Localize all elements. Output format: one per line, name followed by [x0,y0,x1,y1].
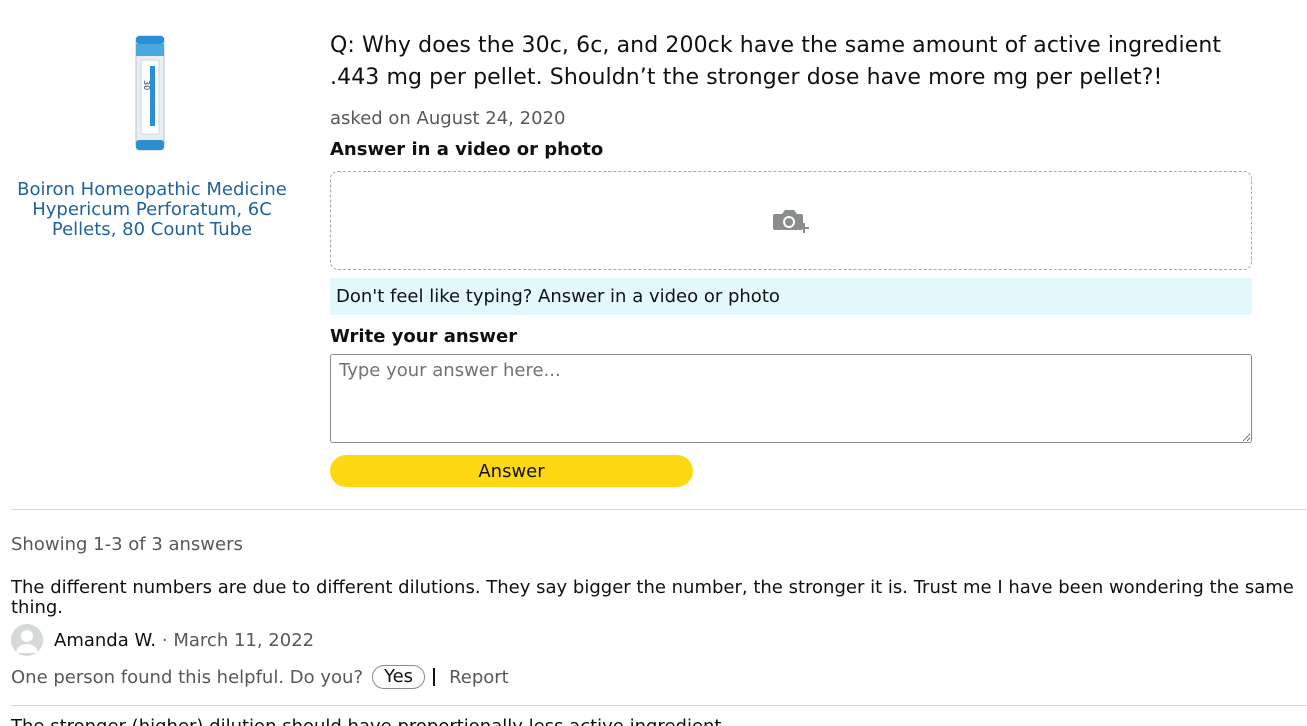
report-link[interactable]: Report [449,667,509,688]
camera-plus-icon [772,205,810,237]
helpful-row: One person found this helpful. Do you? Y… [11,664,1301,690]
product-title-link[interactable]: Boiron Homeopathic Medicine Hypericum Pe… [7,180,297,240]
helpful-text: One person found this helpful. Do you? [11,666,363,688]
answer-textarea[interactable] [330,354,1252,443]
answer-item: The different numbers are due to differe… [11,578,1301,690]
answer-date: · March 11, 2022 [161,629,315,651]
divider [11,509,1307,510]
svg-text:30: 30 [142,80,151,90]
media-answer-label: Answer in a video or photo [330,139,604,160]
next-answer-text: The stronger (higher) dilution should ha… [11,717,721,726]
answer-submit-button[interactable]: Answer [330,455,693,487]
separator [433,668,436,686]
product-column: 30 Hypericum Boiron Homeopathic Medicine… [0,30,304,240]
question-column: Q: Why does the 30c, 6c, and 200ck have … [330,30,1252,487]
write-answer-label: Write your answer [330,326,518,347]
author-row: Amanda W. · March 11, 2022 [11,624,1301,656]
answers-count: Showing 1-3 of 3 answers [11,534,243,555]
answer-text: The different numbers are due to differe… [11,577,1294,618]
product-image[interactable]: 30 Hypericum [119,30,170,156]
user-silhouette-icon [16,630,38,653]
author-name[interactable]: Amanda W. [54,630,156,651]
asked-date: asked on August 24, 2020 [330,108,566,129]
divider [11,705,1307,706]
helpful-yes-button[interactable]: Yes [372,665,426,689]
media-upload-dropzone[interactable] [330,171,1252,270]
question-text: Q: Why does the 30c, 6c, and 200ck have … [330,33,1222,90]
avatar[interactable] [11,624,43,656]
typing-banner[interactable]: Don't feel like typing? Answer in a vide… [330,278,1252,315]
